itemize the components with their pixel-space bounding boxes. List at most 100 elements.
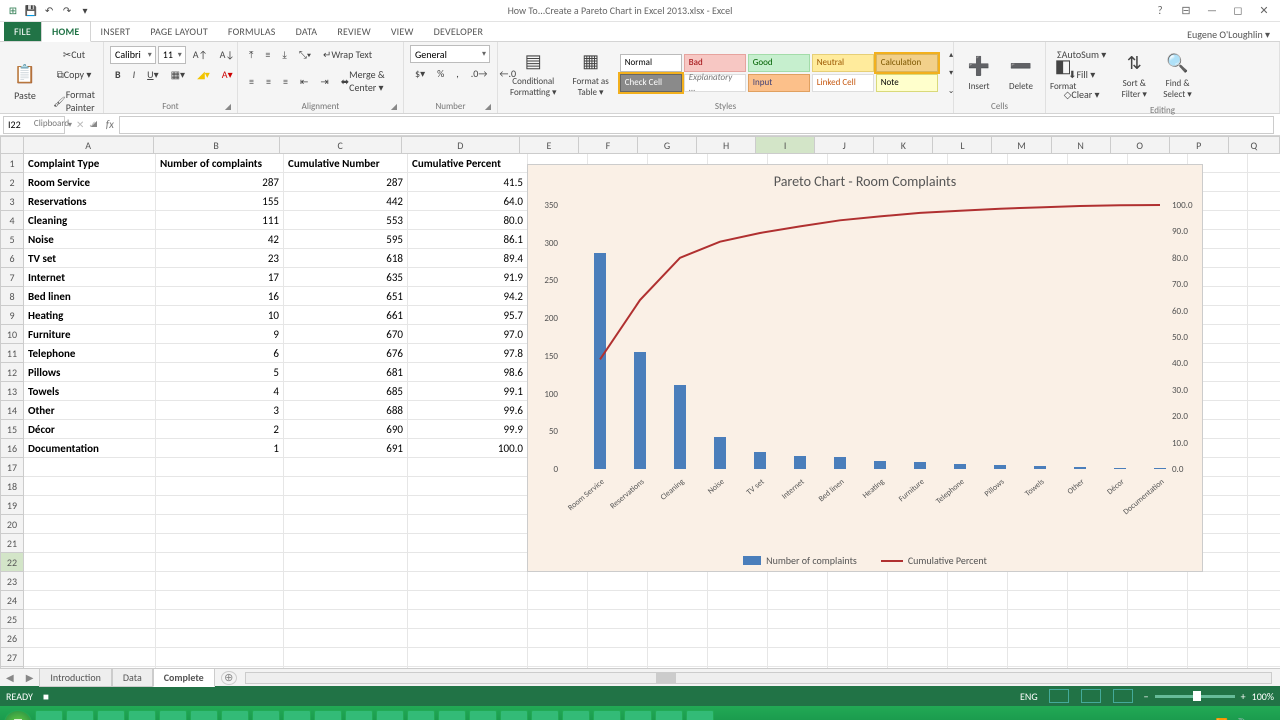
- sheet-nav-next-icon[interactable]: ▶: [20, 671, 40, 684]
- cell-Q7[interactable]: [1248, 268, 1280, 287]
- taskbar-app-4[interactable]: [159, 710, 187, 720]
- indent-dec-icon[interactable]: ⇤: [295, 72, 313, 91]
- ribbon-tab-view[interactable]: VIEW: [381, 22, 424, 41]
- cell-Q11[interactable]: [1248, 344, 1280, 363]
- row-header-18[interactable]: 18: [0, 477, 24, 496]
- cell-A17[interactable]: [24, 458, 156, 477]
- cell-C16[interactable]: 691: [284, 439, 408, 458]
- cell-O27[interactable]: [1128, 648, 1188, 667]
- cell-C15[interactable]: 690: [284, 420, 408, 439]
- delete-cells-button[interactable]: ➖Delete: [1002, 51, 1040, 94]
- cell-N25[interactable]: [1068, 610, 1128, 629]
- macro-record-icon[interactable]: ■: [43, 690, 49, 703]
- fill-color-button[interactable]: ◢▾: [192, 65, 215, 84]
- qat-more-icon[interactable]: ▾: [78, 4, 92, 18]
- cell-Q22[interactable]: [1248, 553, 1280, 572]
- column-header-E[interactable]: E: [520, 136, 579, 154]
- cell-D12[interactable]: 98.6: [408, 363, 528, 382]
- taskbar-app-9[interactable]: [314, 710, 342, 720]
- cell-F27[interactable]: [588, 648, 648, 667]
- cell-J25[interactable]: [828, 610, 888, 629]
- cell-B28[interactable]: [156, 667, 284, 668]
- cell-D27[interactable]: [408, 648, 528, 667]
- cell-Q3[interactable]: [1248, 192, 1280, 211]
- cell-Q26[interactable]: [1248, 629, 1280, 648]
- cell-A20[interactable]: [24, 515, 156, 534]
- formula-input[interactable]: [119, 116, 1274, 134]
- column-header-D[interactable]: D: [402, 136, 520, 154]
- font-dialog-icon[interactable]: ◢: [225, 102, 231, 112]
- cell-E25[interactable]: [528, 610, 588, 629]
- cell-P24[interactable]: [1188, 591, 1248, 610]
- cell-C3[interactable]: 442: [284, 192, 408, 211]
- row-header-25[interactable]: 25: [0, 610, 24, 629]
- cell-D3[interactable]: 64.0: [408, 192, 528, 211]
- cell-A10[interactable]: Furniture: [24, 325, 156, 344]
- cell-B14[interactable]: 3: [156, 401, 284, 420]
- cell-G25[interactable]: [648, 610, 708, 629]
- cell-H23[interactable]: [708, 572, 768, 591]
- cell-M25[interactable]: [1008, 610, 1068, 629]
- cell-F25[interactable]: [588, 610, 648, 629]
- cell-style-normal[interactable]: Normal: [620, 54, 682, 72]
- cell-P23[interactable]: [1188, 572, 1248, 591]
- cell-style-good[interactable]: Good: [748, 54, 810, 72]
- ribbon-tab-data[interactable]: DATA: [286, 22, 328, 41]
- cell-A3[interactable]: Reservations: [24, 192, 156, 211]
- cell-C2[interactable]: 287: [284, 173, 408, 192]
- cell-D6[interactable]: 89.4: [408, 249, 528, 268]
- cell-Q8[interactable]: [1248, 287, 1280, 306]
- cell-A9[interactable]: Heating: [24, 306, 156, 325]
- cell-J26[interactable]: [828, 629, 888, 648]
- cell-A25[interactable]: [24, 610, 156, 629]
- cell-N26[interactable]: [1068, 629, 1128, 648]
- row-header-5[interactable]: 5: [0, 230, 24, 249]
- column-header-C[interactable]: C: [280, 136, 402, 154]
- column-header-I[interactable]: I: [756, 136, 815, 154]
- row-header-9[interactable]: 9: [0, 306, 24, 325]
- cell-A15[interactable]: Décor: [24, 420, 156, 439]
- cell-E28[interactable]: [528, 667, 588, 668]
- worksheet-grid[interactable]: ABCDEFGHIJKLMNOPQ 1234567891011121314151…: [0, 136, 1280, 668]
- cell-I24[interactable]: [768, 591, 828, 610]
- cell-B11[interactable]: 6: [156, 344, 284, 363]
- cell-O26[interactable]: [1128, 629, 1188, 648]
- cell-Q10[interactable]: [1248, 325, 1280, 344]
- cell-I25[interactable]: [768, 610, 828, 629]
- cell-C5[interactable]: 595: [284, 230, 408, 249]
- cell-A2[interactable]: Room Service: [24, 173, 156, 192]
- row-header-28[interactable]: 28: [0, 667, 24, 668]
- cell-O24[interactable]: [1128, 591, 1188, 610]
- cell-Q4[interactable]: [1248, 211, 1280, 230]
- ribbon-tab-formulas[interactable]: FORMULAS: [218, 22, 286, 41]
- cell-P27[interactable]: [1188, 648, 1248, 667]
- cell-G27[interactable]: [648, 648, 708, 667]
- page-break-view-icon[interactable]: [1113, 689, 1133, 703]
- cell-K26[interactable]: [888, 629, 948, 648]
- font-name-combo[interactable]: Calibri: [110, 46, 156, 64]
- cell-A5[interactable]: Noise: [24, 230, 156, 249]
- font-color-button[interactable]: A▾: [217, 65, 238, 84]
- cell-P28[interactable]: [1188, 667, 1248, 668]
- cell-C13[interactable]: 685: [284, 382, 408, 401]
- cell-B4[interactable]: 111: [156, 211, 284, 230]
- taskbar-app-17[interactable]: [562, 710, 590, 720]
- cell-M27[interactable]: [1008, 648, 1068, 667]
- cell-A14[interactable]: Other: [24, 401, 156, 420]
- sort-filter-button[interactable]: ⇅Sort & Filter ▾: [1115, 48, 1153, 102]
- cell-C14[interactable]: 688: [284, 401, 408, 420]
- horizontal-scrollbar[interactable]: [245, 672, 1272, 684]
- cell-G24[interactable]: [648, 591, 708, 610]
- cell-B9[interactable]: 10: [156, 306, 284, 325]
- column-header-B[interactable]: B: [154, 136, 280, 154]
- cell-F28[interactable]: [588, 667, 648, 668]
- row-header-24[interactable]: 24: [0, 591, 24, 610]
- cell-Q20[interactable]: [1248, 515, 1280, 534]
- find-select-button[interactable]: 🔍Find & Select ▾: [1157, 48, 1198, 102]
- cell-D16[interactable]: 100.0: [408, 439, 528, 458]
- cell-C12[interactable]: 681: [284, 363, 408, 382]
- cell-H27[interactable]: [708, 648, 768, 667]
- system-tray[interactable]: ▴ 📶 🔊 ENG: [1204, 717, 1276, 720]
- cell-style-neutral[interactable]: Neutral: [812, 54, 874, 72]
- ribbon-tab-insert[interactable]: INSERT: [91, 22, 141, 41]
